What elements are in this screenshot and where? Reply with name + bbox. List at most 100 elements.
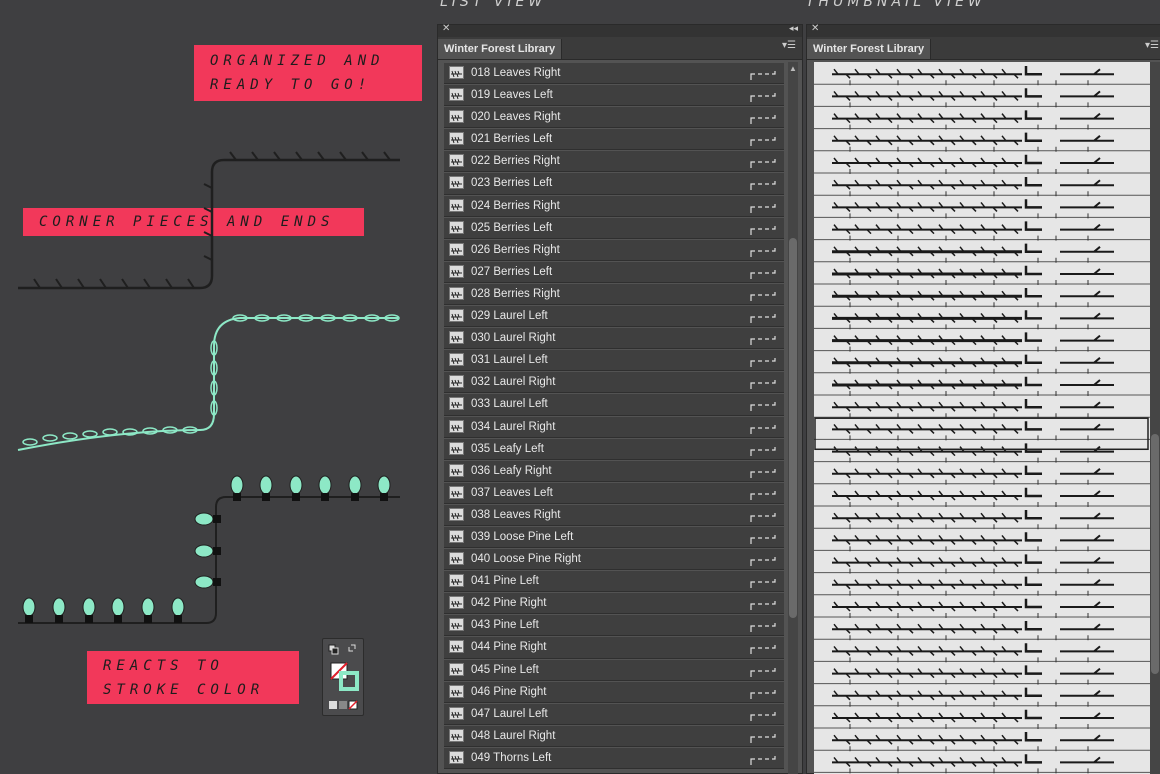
list-item[interactable]: 045 Pine Left [444, 659, 784, 683]
list-item-label: 033 Laurel Left [471, 398, 548, 411]
list-item-label: 036 Leafy Right [471, 464, 552, 477]
list-item[interactable]: 039 Loose Pine Left [444, 526, 784, 550]
list-item[interactable]: 032 Laurel Right [444, 372, 784, 394]
promo-organized-line1: ORGANIZED AND [210, 53, 385, 69]
list-item[interactable]: 024 Berries Right [444, 195, 784, 217]
pattern-brush-icon [750, 311, 776, 329]
list-item[interactable]: 026 Berries Right [444, 239, 784, 261]
close-icon[interactable]: ✕ [811, 23, 819, 34]
tab-winter-forest-library-thumbnails[interactable]: Winter Forest Library [807, 39, 932, 59]
thumbnail-scrollbar[interactable] [1150, 62, 1160, 774]
list-item[interactable]: 033 Laurel Left [444, 394, 784, 416]
thumbnail-scroll-thumb[interactable] [1151, 434, 1159, 674]
list-item[interactable]: 040 Loose Pine Right [444, 549, 784, 571]
brush-thumbnail-icon [449, 264, 464, 278]
brush-thumbnail-icon [449, 66, 464, 79]
pattern-brush-icon [750, 620, 776, 638]
list-scrollbar[interactable]: ▲ [788, 62, 798, 774]
list-item[interactable]: 034 Laurel Right [444, 416, 784, 440]
list-item[interactable]: 021 Berries Left [444, 129, 784, 151]
list-item[interactable]: 049 Thorns Left [444, 747, 784, 771]
pattern-brush-icon [750, 665, 776, 683]
pattern-brush-icon [750, 731, 776, 749]
list-item[interactable]: 018 Leaves Right [444, 63, 784, 85]
list-item-label: 049 Thorns Left [471, 751, 552, 764]
list-item-label: 042 Pine Right [471, 597, 547, 610]
thumbnail-end-tile [1060, 756, 1114, 764]
list-item[interactable]: 028 Berries Right [444, 283, 784, 306]
thumbnail-end-tile [1060, 112, 1114, 120]
list-item-label: 043 Pine Left [471, 619, 539, 632]
close-icon[interactable]: ✕ [442, 23, 450, 34]
list-item[interactable]: 030 Laurel Right [444, 328, 784, 350]
brush-thumbnail-icon [449, 640, 464, 654]
list-item-label: 022 Berries Right [471, 155, 560, 168]
thumbnail-corner-tile [1024, 532, 1042, 542]
fill-stroke-swatch[interactable] [322, 638, 364, 716]
list-item-label: 040 Loose Pine Right [471, 553, 581, 566]
pattern-brush-icon [750, 576, 776, 594]
thumbnail-end-tile [1060, 579, 1114, 586]
list-item[interactable]: 038 Leaves Right [444, 504, 784, 526]
list-item-label: 031 Laurel Left [471, 354, 548, 367]
panel-tab-row: Winter Forest Library ▾☰ [438, 37, 802, 60]
collapse-arrows-icon[interactable]: ◂◂ [789, 23, 798, 34]
tab-winter-forest-library[interactable]: Winter Forest Library [438, 39, 563, 59]
thumbnail-corner-tile [1024, 487, 1042, 498]
thumbnail-end-tile [1060, 601, 1114, 609]
pattern-brush-icon [750, 532, 776, 550]
list-item[interactable]: 042 Pine Right [444, 593, 784, 616]
pattern-brush-icon [750, 422, 776, 440]
thumbnail-corner-tile [1024, 421, 1042, 431]
string-lights-illustration [18, 475, 400, 624]
pattern-brush-icon [750, 112, 776, 130]
brush-thumbnail-icon [449, 507, 464, 521]
list-item[interactable]: 020 Leaves Right [444, 107, 784, 130]
pattern-brush-icon [750, 444, 776, 462]
list-item[interactable]: 046 Pine Right [444, 681, 784, 703]
pattern-brush-icon [750, 598, 776, 616]
brush-thumbnail-icon [449, 375, 464, 389]
list-item[interactable]: 035 Leafy Left [444, 438, 784, 462]
brush-thumbnail-icon [449, 110, 464, 124]
list-item[interactable]: 048 Laurel Right [444, 725, 784, 749]
list-item-label: 037 Leaves Left [471, 486, 553, 499]
panel-menu-icon[interactable]: ▾☰ [782, 40, 796, 51]
thumbnail-corner-tile [1024, 110, 1042, 120]
promo-reacts-line1: REACTS TO [103, 658, 224, 674]
brush-thumbnail-icon [449, 463, 464, 477]
thumbnail-corner-tile [1024, 465, 1042, 476]
list-item-label: 027 Berries Left [471, 265, 553, 278]
thumbnail-end-tile [1060, 312, 1114, 320]
thumbnail-end-tile [1060, 379, 1114, 387]
pattern-brush-icon [750, 753, 776, 771]
thumbnail-end-tile [1060, 512, 1114, 520]
list-item[interactable]: 037 Leaves Left [444, 482, 784, 504]
brush-thumbnail-icon [449, 353, 464, 367]
list-item-label: 039 Loose Pine Left [471, 530, 574, 543]
panel-topbar: ✕ ◂◂ [438, 23, 802, 37]
thumbnail-corner-tile [1024, 687, 1042, 698]
list-item[interactable]: 044 Pine Right [444, 637, 784, 659]
list-item[interactable]: 019 Leaves Left [444, 85, 784, 107]
brush-thumbnail-icon [449, 485, 464, 499]
list-item[interactable]: 047 Laurel Left [444, 703, 784, 725]
panel-menu-icon[interactable]: ▾☰ [1145, 40, 1159, 51]
panel-topbar: ✕ [807, 23, 1160, 37]
scroll-up-arrow-icon[interactable]: ▲ [789, 64, 797, 73]
list-item[interactable]: 027 Berries Left [444, 261, 784, 283]
list-item[interactable]: 041 Pine Left [444, 571, 784, 594]
list-item[interactable]: 043 Pine Left [444, 615, 784, 638]
thumbnail-end-tile [1060, 268, 1114, 276]
pattern-brush-icon [750, 466, 776, 484]
list-item[interactable]: 029 Laurel Left [444, 306, 784, 329]
list-item[interactable]: 031 Laurel Left [444, 350, 784, 372]
list-item[interactable]: 036 Leafy Right [444, 460, 784, 484]
list-item[interactable]: 025 Berries Left [444, 217, 784, 239]
list-item-label: 034 Laurel Right [471, 420, 556, 433]
list-item[interactable]: 023 Berries Left [444, 173, 784, 195]
thumbnail-corner-tile [1024, 66, 1042, 76]
list-item[interactable]: 022 Berries Right [444, 151, 784, 173]
brush-thumbnail-icon [449, 176, 464, 190]
list-scroll-thumb[interactable] [789, 238, 797, 618]
